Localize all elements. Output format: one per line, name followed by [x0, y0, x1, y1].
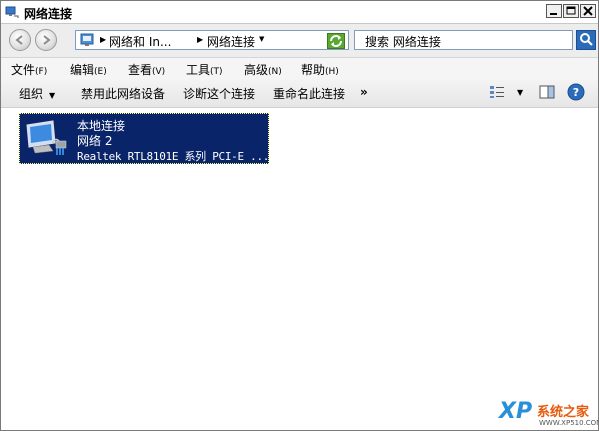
- menu-help[interactable]: 帮助(H): [301, 61, 339, 78]
- svg-text:?: ?: [573, 86, 579, 99]
- chevron-down-icon: ▼: [49, 91, 56, 100]
- connection-network: 网络 2: [77, 134, 113, 148]
- diagnose-button[interactable]: 诊断这个连接: [183, 85, 255, 102]
- breadcrumb-item[interactable]: 网络和 In...: [109, 33, 171, 50]
- maximize-button[interactable]: [563, 4, 579, 18]
- explorer-window: 网络连接 ▶ 网络和 In... ▶ 网络连接 ▼ 搜索 网络连接 文件(F) …: [0, 0, 599, 431]
- control-panel-icon: [80, 33, 94, 47]
- search-icon: [580, 33, 593, 46]
- watermark-logo: XP: [499, 399, 533, 424]
- watermark-url: WWW.XP510.COM: [539, 419, 599, 427]
- back-icon: [15, 35, 23, 45]
- forward-button[interactable]: [35, 29, 57, 51]
- menu-file[interactable]: 文件(F): [11, 61, 47, 78]
- search-button[interactable]: [576, 30, 596, 50]
- menu-bar: 文件(F) 编辑(E) 查看(V) 工具(T) 高级(N) 帮助(H): [1, 58, 598, 79]
- rename-button[interactable]: 重命名此连接: [273, 85, 345, 102]
- back-button[interactable]: [9, 29, 31, 51]
- preview-pane-icon[interactable]: [539, 85, 555, 99]
- menu-tools[interactable]: 工具(T): [186, 61, 223, 78]
- minimize-button[interactable]: [546, 4, 562, 18]
- help-icon[interactable]: ?: [567, 83, 585, 101]
- search-input[interactable]: 搜索 网络连接: [354, 30, 573, 50]
- close-button[interactable]: [580, 4, 596, 18]
- menu-view[interactable]: 查看(V): [128, 61, 165, 78]
- breadcrumb-arrow-icon[interactable]: ▶: [100, 35, 106, 44]
- breadcrumb-arrow-icon[interactable]: ▶: [197, 35, 203, 44]
- organize-button[interactable]: 组织 ▼: [19, 85, 55, 102]
- disable-device-button[interactable]: 禁用此网络设备: [81, 85, 165, 102]
- forward-icon: [43, 35, 51, 45]
- window-title: 网络连接: [24, 7, 73, 21]
- view-options-icon[interactable]: [489, 85, 505, 99]
- menu-advanced[interactable]: 高级(N): [244, 61, 282, 78]
- chevron-down-icon[interactable]: ▼: [259, 35, 264, 43]
- file-list-pane[interactable]: 本地连接 网络 2 Realtek RTL8101E 系列 PCI-E ...: [1, 108, 598, 430]
- connection-device: Realtek RTL8101E 系列 PCI-E ...: [77, 150, 270, 163]
- watermark-brand: 系统之家: [537, 405, 590, 420]
- address-toolbar: ▶ 网络和 In... ▶ 网络连接 ▼ ▼ 搜索 网络连接: [1, 24, 598, 58]
- breadcrumb-item[interactable]: 网络连接: [207, 33, 255, 50]
- more-commands-button[interactable]: »: [360, 85, 368, 99]
- refresh-button[interactable]: [327, 33, 345, 49]
- network-adapter-icon: [23, 119, 73, 159]
- site-watermark: XP 系统之家 WWW.XP510.COM: [499, 399, 599, 430]
- address-bar[interactable]: ▶ 网络和 In... ▶ 网络连接 ▼ ▼: [75, 30, 349, 50]
- menu-edit[interactable]: 编辑(E): [70, 61, 107, 78]
- chevron-down-icon[interactable]: ▼: [517, 88, 523, 97]
- search-placeholder: 搜索 网络连接: [365, 35, 441, 49]
- refresh-icon: [330, 35, 342, 47]
- command-bar: 组织 ▼ 禁用此网络设备 诊断这个连接 重命名此连接 » ▼ ?: [1, 79, 598, 108]
- connection-item[interactable]: 本地连接 网络 2 Realtek RTL8101E 系列 PCI-E ...: [19, 113, 269, 164]
- network-connections-icon: [5, 5, 19, 19]
- title-bar[interactable]: 网络连接: [1, 1, 598, 24]
